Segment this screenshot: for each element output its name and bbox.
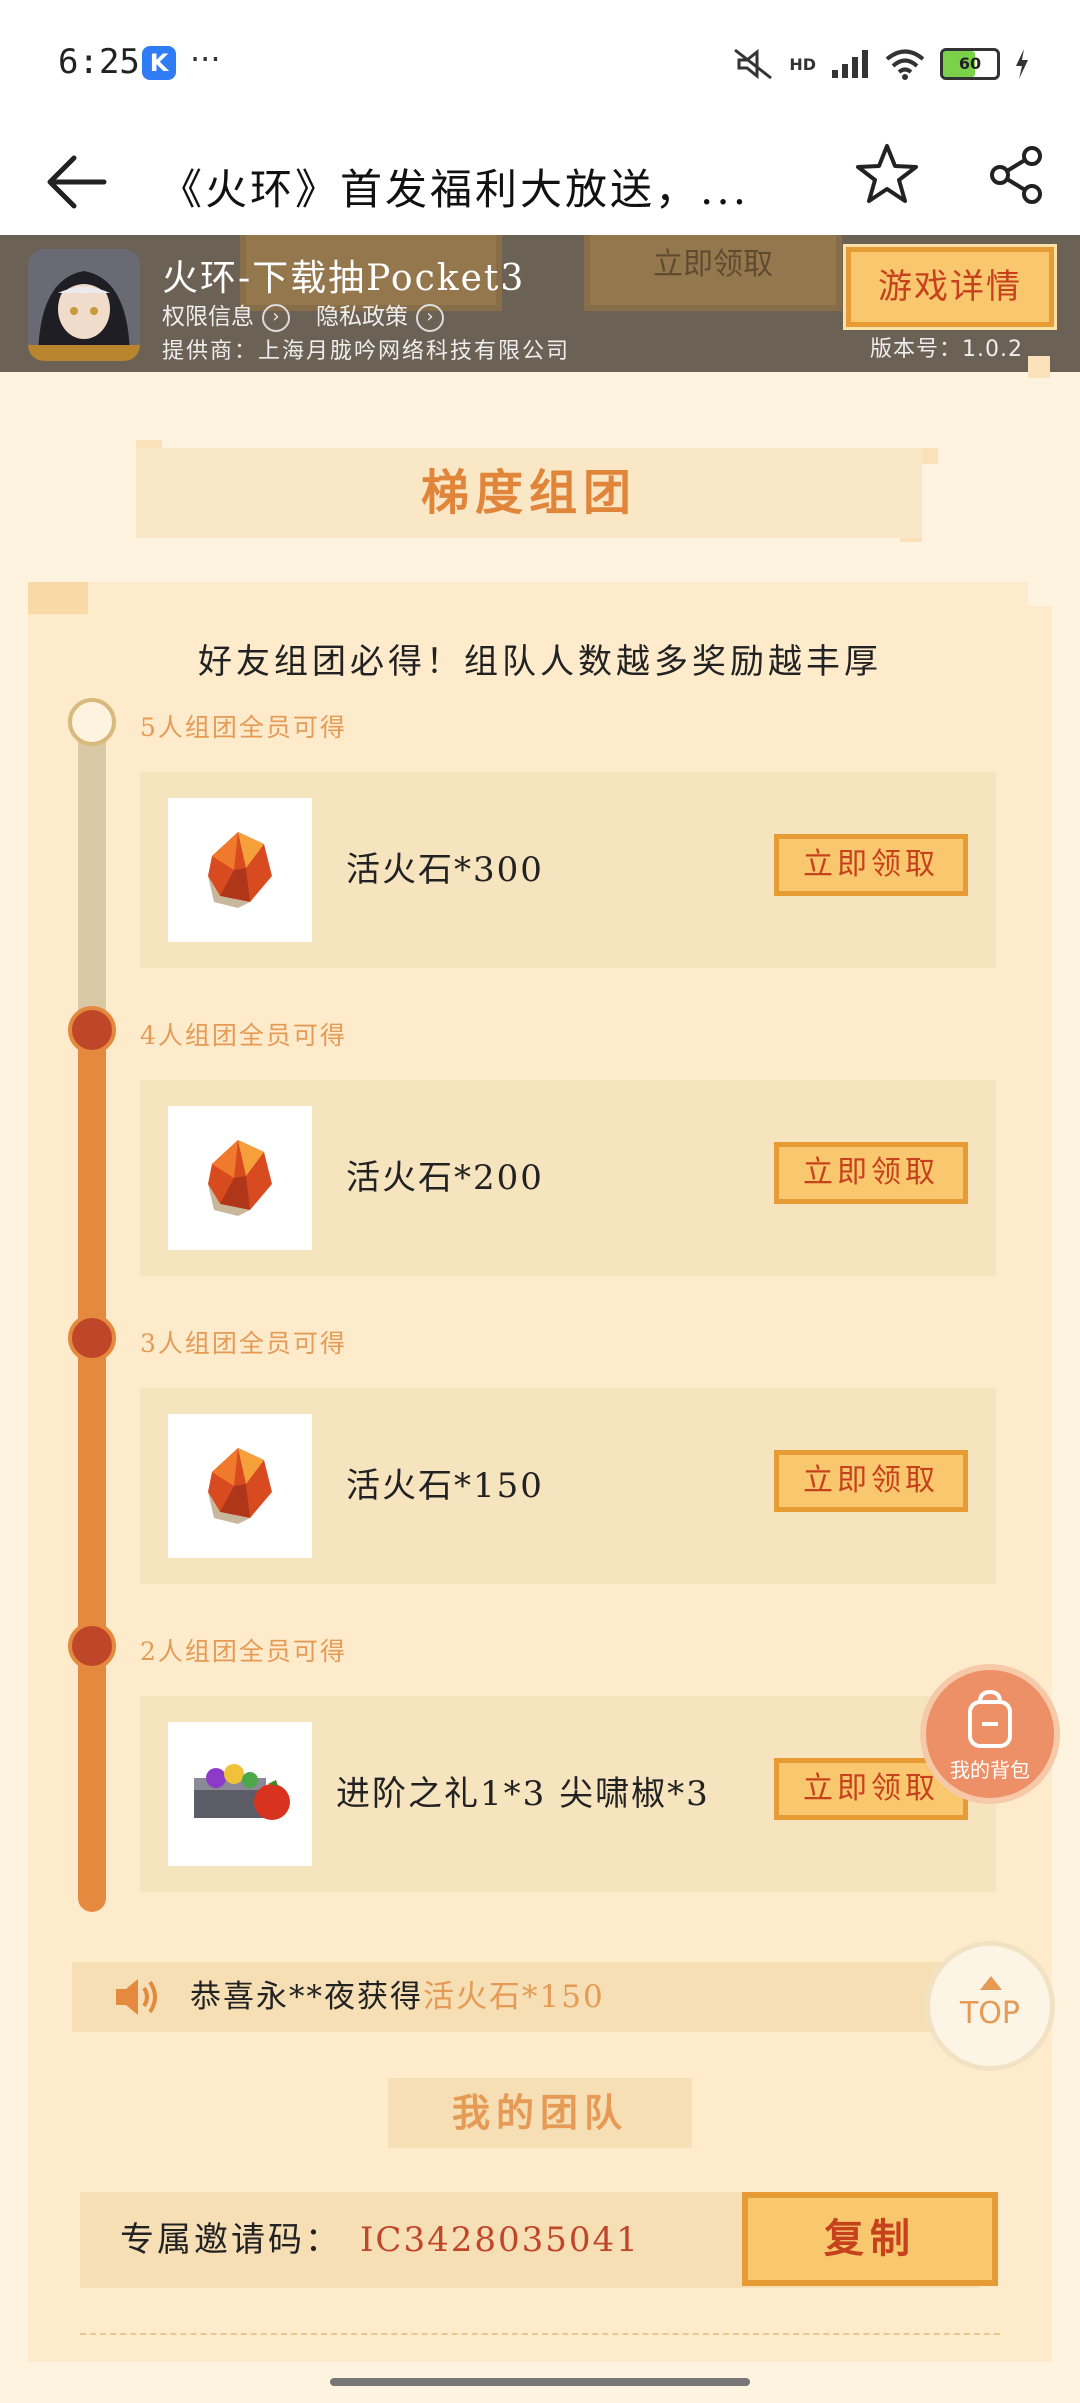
- game-detail-button[interactable]: 游戏详情: [846, 247, 1054, 327]
- chevron-right-icon: ›: [416, 303, 444, 332]
- arrow-up-icon: [980, 1976, 1002, 1990]
- pixel-decoration: [1028, 356, 1050, 378]
- status-time: 6:25: [58, 42, 140, 82]
- permissions-label: 权限信息: [162, 304, 254, 330]
- invite-code-value: IC3428035041: [360, 2220, 640, 2260]
- back-arrow-icon[interactable]: [40, 150, 110, 214]
- game-character-image: [28, 249, 140, 361]
- tier-label: 2人组团全员可得: [140, 1637, 347, 1666]
- winner-notice-bar: 恭喜永**夜获得活火石*150: [72, 1962, 952, 2032]
- wifi-icon: [885, 49, 925, 80]
- notice-item: 活火石*150: [423, 1979, 605, 2015]
- speaker-icon: [116, 1979, 157, 2015]
- battery-level: 60: [958, 54, 982, 73]
- tier-label: 5人组团全员可得: [140, 713, 347, 742]
- title-bar: 《火环》首发福利大放送，...: [0, 130, 1080, 235]
- fire-stone-icon: [208, 1140, 272, 1216]
- reward-row: 进阶之礼1*3 尖啸椒*3 立即领取: [140, 1696, 996, 1892]
- claim-button[interactable]: 立即领取: [774, 1142, 968, 1204]
- reward-icon-frame: [168, 1106, 312, 1250]
- game-avatar[interactable]: [28, 249, 140, 361]
- pixel-decoration: [28, 582, 88, 614]
- provider-info: 提供商：上海月胧吟网络科技有限公司: [162, 339, 571, 364]
- reward-name: 活火石*200: [346, 1158, 544, 1198]
- tier-label: 3人组团全员可得: [140, 1329, 347, 1358]
- notice-text: 恭喜永**夜获得活火石*150: [190, 1962, 605, 2032]
- timeline-node-active: [68, 1006, 116, 1054]
- team-slogan: 好友组团必得！组队人数越多奖励越丰厚: [198, 642, 882, 682]
- divider: [80, 2333, 1000, 2335]
- fire-stone-icon: [208, 832, 272, 908]
- app-notification-icon: K: [142, 46, 176, 80]
- game-info-banner: 立即领取 火环-下载抽Pocket3 权限信息 › 隐私政策 › 提供商：上海月胧吟…: [0, 235, 1080, 372]
- privacy-label: 隐私政策: [316, 304, 408, 330]
- status-indicators: HD 60: [731, 44, 1030, 84]
- battery-icon: 60: [940, 48, 1000, 80]
- network-type-label: HD: [789, 54, 816, 74]
- chevron-right-icon: ›: [262, 303, 290, 332]
- mute-icon: [734, 48, 773, 80]
- my-backpack-button[interactable]: 我的背包: [926, 1670, 1054, 1798]
- fire-stone-icon: [208, 1448, 272, 1524]
- timeline-node-active: [68, 1622, 116, 1670]
- reward-row: 活火石*150 立即领取: [140, 1388, 996, 1584]
- reward-row: 活火石*200 立即领取: [140, 1080, 996, 1276]
- more-notifications-icon: ···: [190, 40, 221, 78]
- reward-name: 进阶之礼1*3 尖啸椒*3: [336, 1774, 710, 1814]
- backpack-icon: [968, 1689, 1012, 1748]
- timeline-node-pending: [68, 698, 116, 746]
- game-name: 火环-下载抽Pocket3: [162, 258, 526, 299]
- notice-prefix: 恭喜永**夜获得: [190, 1979, 423, 2015]
- background-claim-button-ghost: 立即领取: [584, 235, 842, 311]
- gift-chest-icon: [194, 1764, 290, 1820]
- permissions-link[interactable]: 权限信息 ›: [162, 297, 290, 332]
- privacy-policy-link[interactable]: 隐私政策 ›: [316, 297, 444, 332]
- reward-icon-frame: [168, 798, 312, 942]
- claim-button[interactable]: 立即领取: [774, 1450, 968, 1512]
- reward-icon-frame: [168, 1722, 312, 1866]
- top-label: TOP: [959, 1996, 1021, 2031]
- my-team-title: 我的团队: [388, 2078, 692, 2148]
- pixel-decoration: [1028, 582, 1052, 606]
- copy-invite-code-button[interactable]: 复制: [742, 2192, 998, 2286]
- status-bar: 6:25 K ··· HD 60: [0, 0, 1080, 130]
- claim-button[interactable]: 立即领取: [774, 834, 968, 896]
- progress-timeline-pending: [78, 724, 106, 1014]
- backpack-label: 我的背包: [950, 1758, 1030, 1782]
- page-title: 《火环》首发福利大放送，...: [160, 165, 750, 214]
- reward-row: 活火石*300 立即领取: [140, 772, 996, 968]
- favorite-star-icon[interactable]: [852, 140, 922, 210]
- tier-label: 4人组团全员可得: [140, 1021, 347, 1050]
- signal-icon: [832, 50, 868, 78]
- version-label: 版本号：1.0.2: [870, 337, 1023, 362]
- reward-name: 活火石*150: [346, 1466, 544, 1506]
- charging-icon: [1016, 49, 1028, 79]
- reward-name: 活火石*300: [346, 850, 544, 890]
- share-icon[interactable]: [982, 140, 1052, 210]
- home-indicator[interactable]: [330, 2378, 750, 2386]
- scroll-to-top-button[interactable]: TOP: [930, 1946, 1050, 2066]
- timeline-node-active: [68, 1314, 116, 1362]
- section-title: 梯度组团: [136, 448, 922, 538]
- pixel-decoration: [922, 448, 938, 464]
- reward-icon-frame: [168, 1414, 312, 1558]
- policy-links: 权限信息 › 隐私政策 ›: [162, 297, 444, 332]
- invite-code-label: 专属邀请码：: [120, 2220, 342, 2260]
